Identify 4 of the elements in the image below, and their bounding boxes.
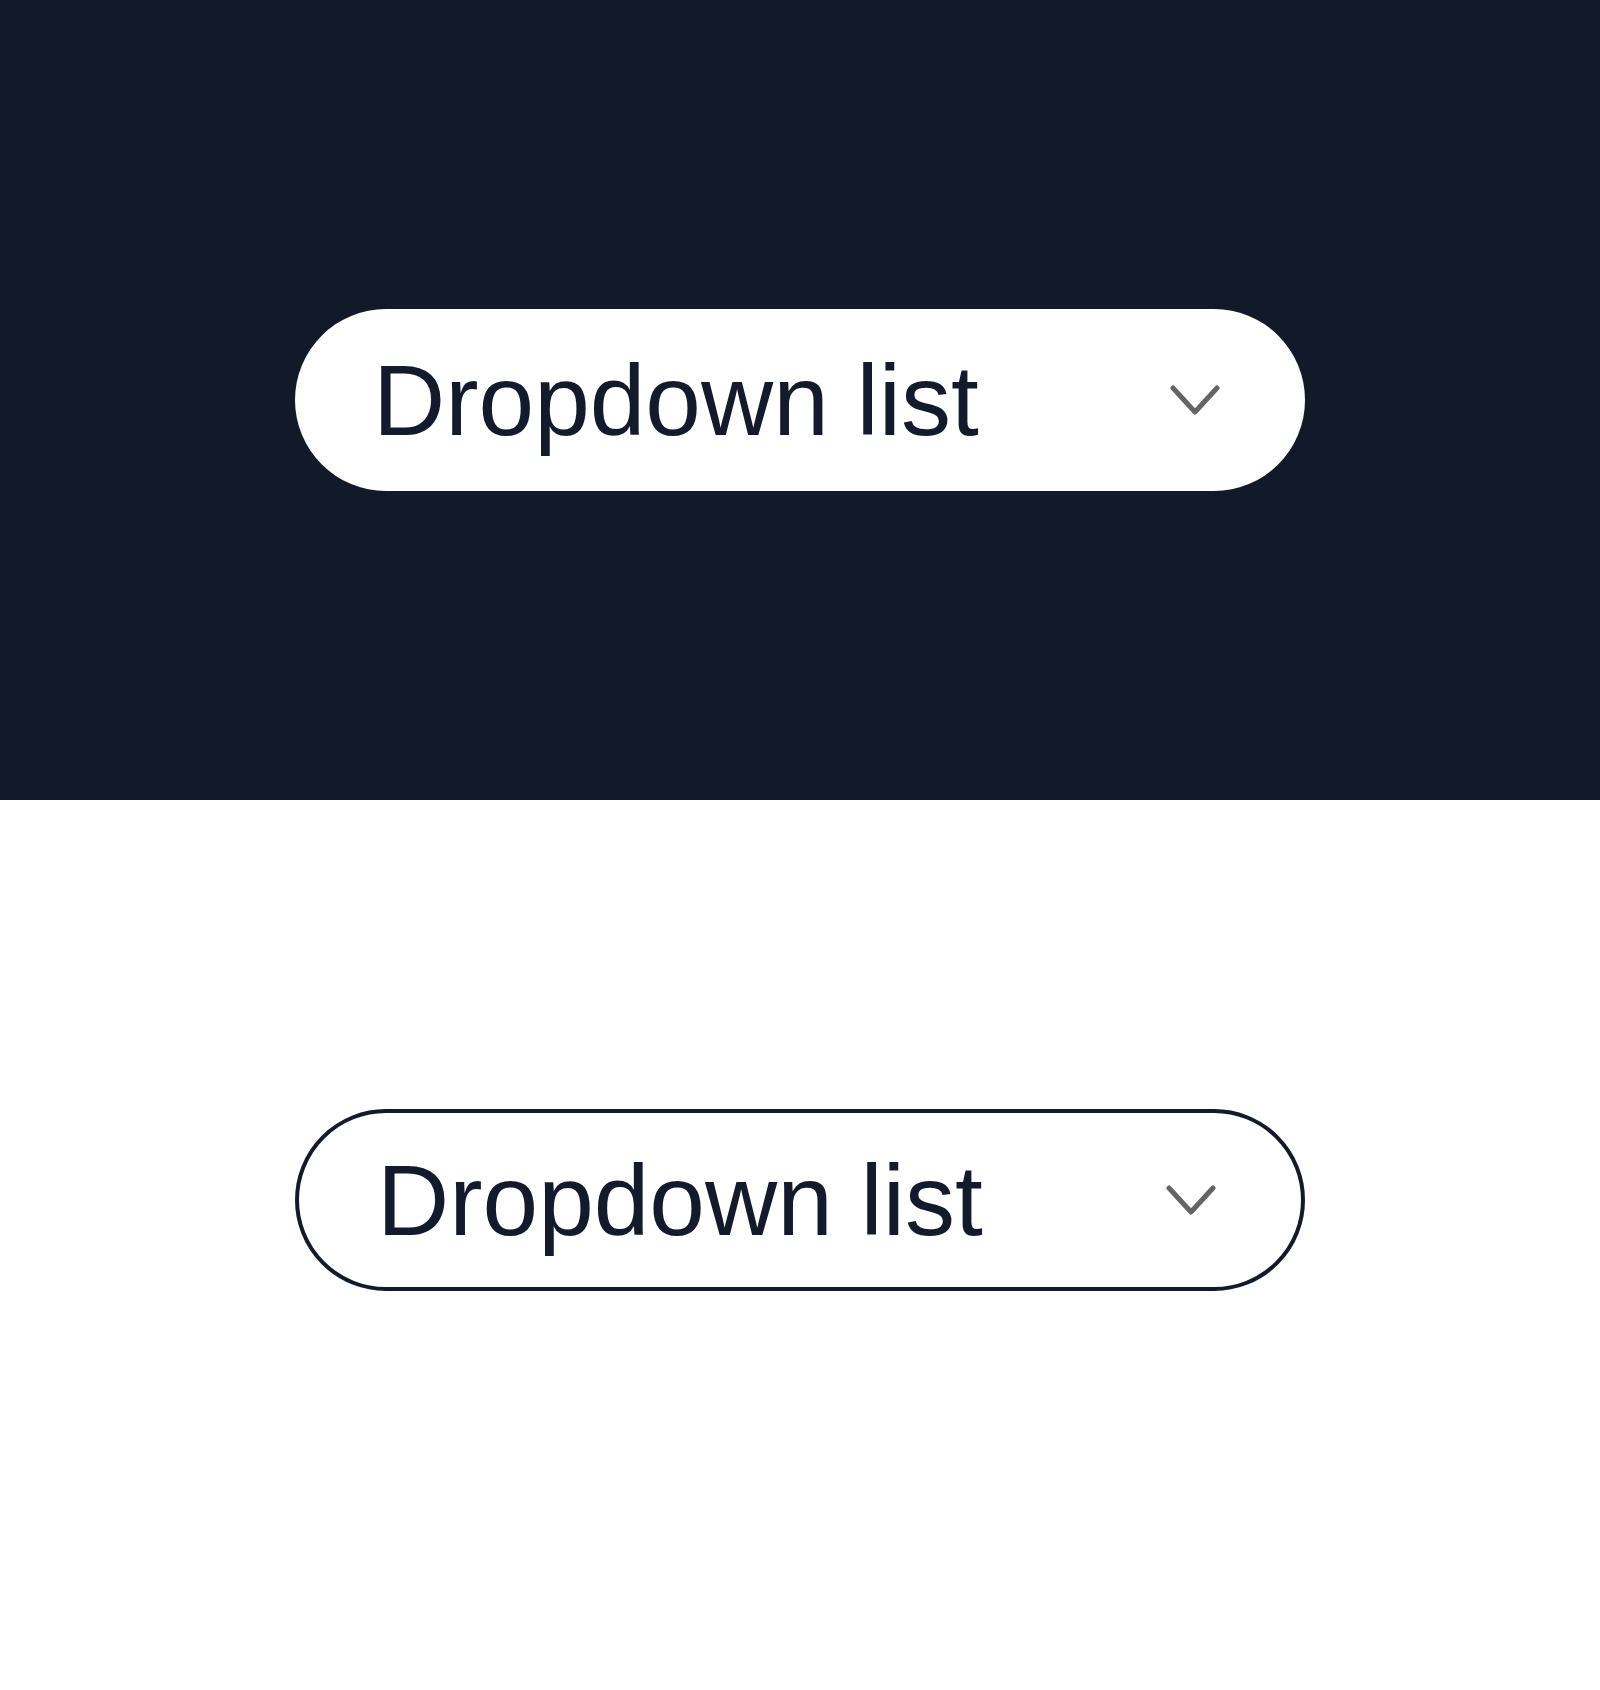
- chevron-down-icon: [1170, 385, 1220, 415]
- dropdown-select[interactable]: Dropdown list: [295, 309, 1305, 491]
- dropdown-select[interactable]: Dropdown list: [295, 1109, 1305, 1291]
- chevron-down-icon: [1166, 1185, 1216, 1215]
